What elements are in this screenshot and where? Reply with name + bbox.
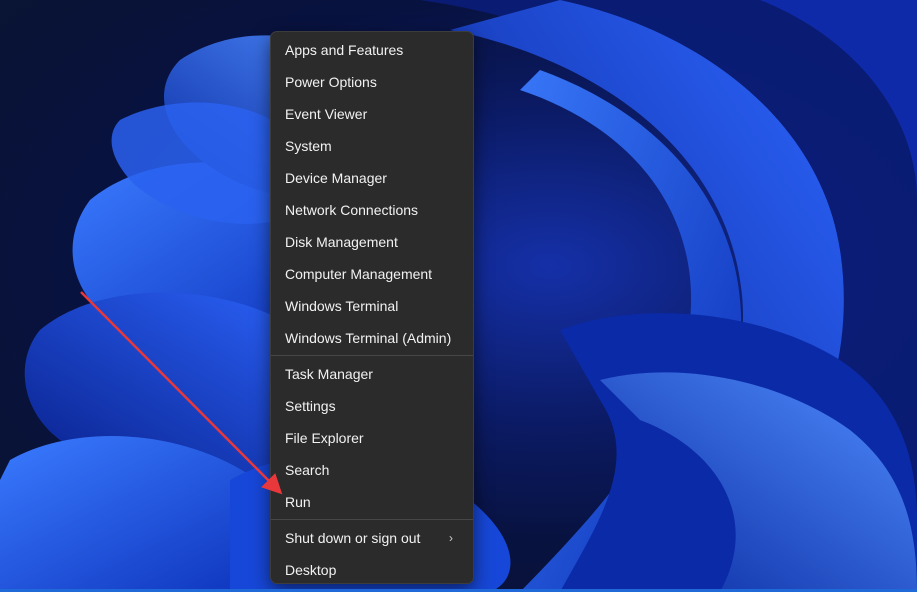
- menu-separator: [271, 519, 473, 520]
- menu-item-label: Network Connections: [285, 202, 419, 218]
- desktop[interactable]: Apps and Features Power Options Event View…: [0, 0, 917, 592]
- menu-item-search[interactable]: Search: [271, 454, 469, 486]
- menu-item-label: System: [285, 138, 332, 154]
- menu-item-windows-terminal-admin[interactable]: Windows Terminal (Admin): [271, 322, 469, 354]
- menu-item-label: Event Viewer: [285, 106, 368, 122]
- menu-item-desktop[interactable]: Desktop: [271, 554, 469, 586]
- menu-item-label: Windows Terminal (Admin): [285, 330, 452, 346]
- menu-item-windows-terminal[interactable]: Windows Terminal: [271, 290, 469, 322]
- menu-item-task-manager[interactable]: Task Manager: [271, 358, 469, 390]
- winx-context-menu: Apps and Features Power Options Event View…: [270, 31, 474, 584]
- menu-item-apps-and-features[interactable]: Apps and Features: [271, 34, 469, 66]
- menu-item-power-options[interactable]: Power Options: [271, 66, 469, 98]
- menu-item-label: Computer Management: [285, 266, 433, 282]
- menu-item-computer-management[interactable]: Computer Management: [271, 258, 469, 290]
- menu-item-settings[interactable]: Settings: [271, 390, 469, 422]
- menu-item-device-manager[interactable]: Device Manager: [271, 162, 469, 194]
- menu-item-label: Device Manager: [285, 170, 387, 186]
- menu-item-event-viewer[interactable]: Event Viewer: [271, 98, 469, 130]
- menu-item-file-explorer[interactable]: File Explorer: [271, 422, 469, 454]
- menu-item-shut-down-or-sign-out[interactable]: Shut down or sign out ›: [271, 522, 469, 554]
- menu-item-label: Power Options: [285, 74, 377, 90]
- menu-item-network-connections[interactable]: Network Connections: [271, 194, 469, 226]
- menu-item-label: Windows Terminal: [285, 298, 399, 314]
- menu-item-system[interactable]: System: [271, 130, 469, 162]
- menu-item-run[interactable]: Run: [271, 486, 469, 518]
- menu-item-label: Apps and Features: [285, 42, 404, 58]
- menu-item-label: File Explorer: [285, 430, 364, 446]
- menu-item-label: Desktop: [285, 562, 337, 578]
- menu-separator: [271, 355, 473, 356]
- menu-item-label: Task Manager: [285, 366, 373, 382]
- menu-item-disk-management[interactable]: Disk Management: [271, 226, 469, 258]
- menu-item-label: Shut down or sign out: [285, 530, 421, 546]
- menu-item-label: Search: [285, 462, 330, 478]
- chevron-right-icon: ›: [449, 531, 453, 545]
- menu-item-label: Run: [285, 494, 311, 510]
- menu-item-label: Settings: [285, 398, 336, 414]
- menu-item-label: Disk Management: [285, 234, 398, 250]
